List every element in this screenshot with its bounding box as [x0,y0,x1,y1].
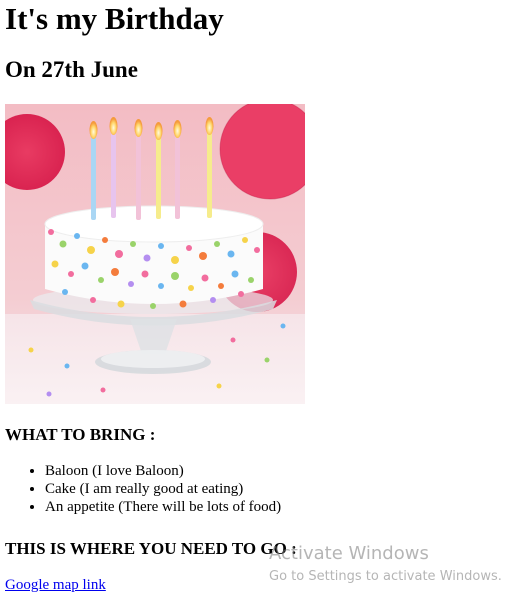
page-subtitle: On 27th June [5,57,138,82]
what-to-bring-heading: WHAT TO BRING : [5,425,156,444]
activate-windows-watermark: Activate Windows Go to Settings to activ… [269,543,502,586]
bring-list: Baloon (I love Baloon) Cake (I am really… [5,462,281,516]
page-title: It's my Birthday [5,1,224,36]
list-item: An appetite (There will be lots of food) [45,498,281,516]
list-item: Baloon (I love Baloon) [45,462,281,480]
watermark-subtitle: Go to Settings to activate Windows. [269,569,502,584]
watermark-title: Activate Windows [269,543,429,564]
list-item: Cake (I am really good at eating) [45,480,281,498]
location-heading: THIS IS WHERE YOU NEED TO GO : [5,539,297,558]
google-map-link[interactable]: Google map link [5,576,106,594]
birthday-cake-image [5,104,305,404]
